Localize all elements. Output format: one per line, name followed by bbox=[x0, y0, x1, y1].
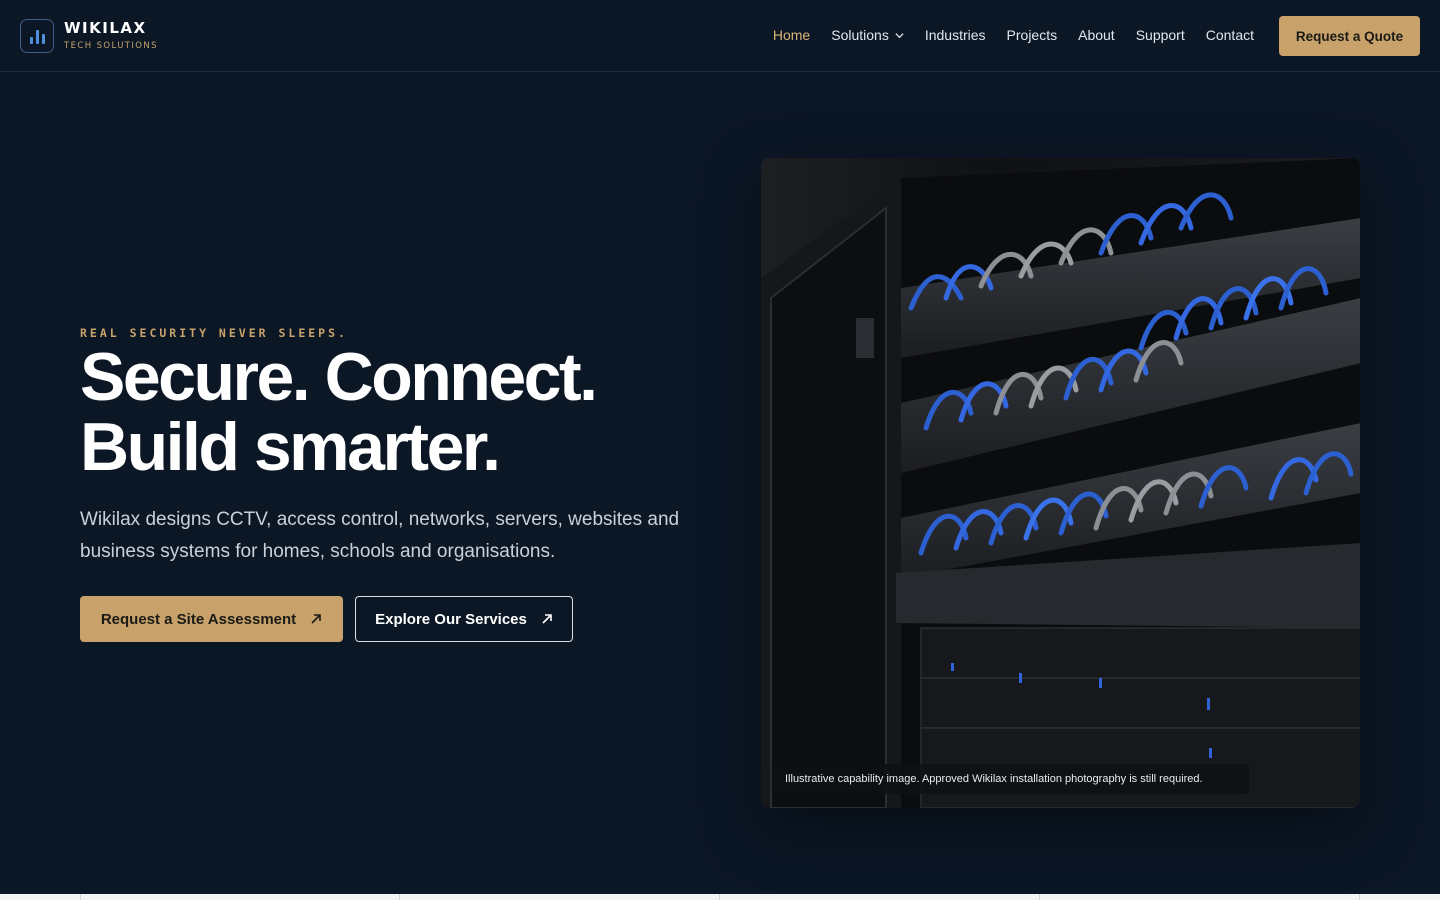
nav-home[interactable]: Home bbox=[773, 27, 810, 43]
site-header: WIKILAX TECH SOLUTIONS Home Solutions In… bbox=[0, 0, 1440, 72]
hero-headline: Secure. Connect. Build smarter. bbox=[80, 342, 720, 482]
image-caption: Illustrative capability image. Approved … bbox=[775, 764, 1249, 794]
nav-about[interactable]: About bbox=[1078, 27, 1115, 43]
next-section-edge bbox=[0, 894, 1440, 900]
brand-logo[interactable]: WIKILAX TECH SOLUTIONS bbox=[20, 18, 158, 54]
server-rack-image: Illustrative capability image. Approved … bbox=[761, 158, 1360, 808]
bar-chart-logo-icon bbox=[20, 19, 54, 53]
explore-services-button[interactable]: Explore Our Services bbox=[355, 596, 573, 642]
hero-eyebrow: REAL SECURITY NEVER SLEEPS. bbox=[80, 326, 348, 340]
arrow-up-right-icon bbox=[311, 614, 321, 624]
hero-description: Wikilax designs CCTV, access control, ne… bbox=[80, 509, 680, 562]
brand-tagline: TECH SOLUTIONS bbox=[64, 41, 158, 52]
request-quote-button[interactable]: Request a Quote bbox=[1279, 16, 1420, 56]
nav-industries[interactable]: Industries bbox=[925, 27, 986, 43]
nav-solutions[interactable]: Solutions bbox=[831, 27, 904, 43]
server-rack-illustration bbox=[761, 158, 1360, 808]
chevron-down-icon bbox=[895, 32, 904, 38]
request-site-assessment-label: Request a Site Assessment bbox=[100, 610, 297, 628]
headline-line-1: Secure. Connect. bbox=[80, 339, 598, 415]
headline-line-2: Build smarter. bbox=[80, 409, 501, 485]
request-site-assessment-button[interactable]: Request a Site Assessment bbox=[80, 596, 343, 642]
nav-solutions-label: Solutions bbox=[831, 27, 889, 43]
arrow-up-right-icon bbox=[542, 614, 552, 624]
nav-projects[interactable]: Projects bbox=[1007, 27, 1058, 43]
nav-support[interactable]: Support bbox=[1136, 27, 1185, 43]
nav-contact[interactable]: Contact bbox=[1206, 27, 1254, 43]
brand-name: WIKILAX bbox=[64, 19, 147, 38]
main-nav: Home Solutions Industries Projects About… bbox=[773, 25, 1254, 45]
explore-services-label: Explore Our Services bbox=[375, 610, 527, 628]
